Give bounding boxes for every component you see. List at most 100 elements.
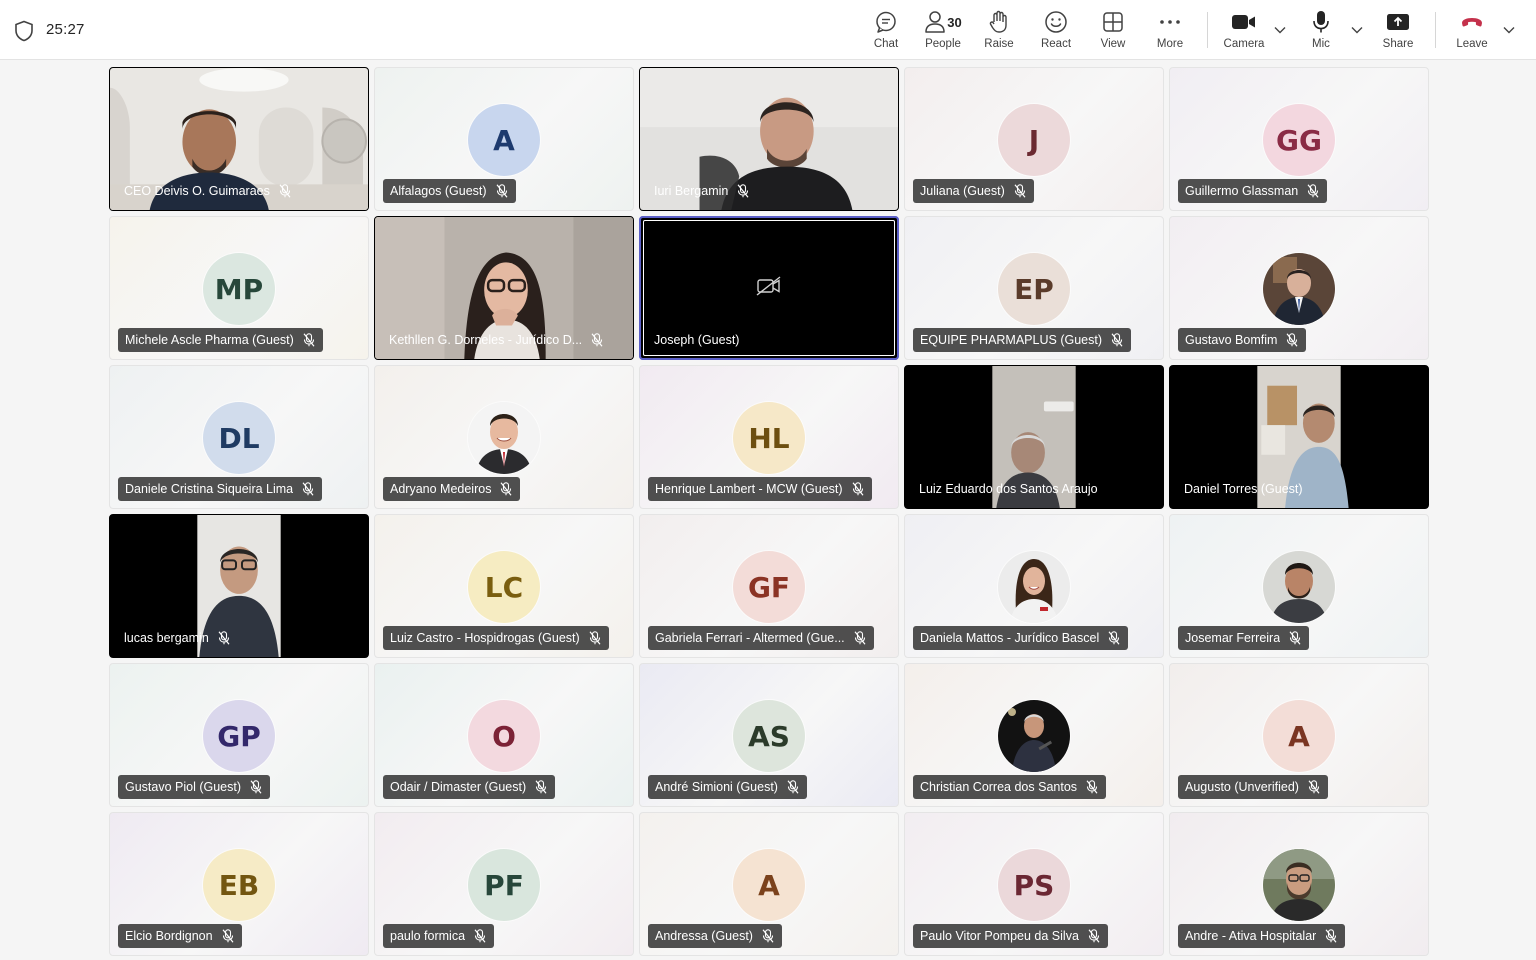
participant-tile-iuri-bergamin[interactable]: Iuri Bergamin <box>639 67 899 211</box>
toolbar-divider <box>1435 12 1436 48</box>
camera-icon <box>1231 8 1257 36</box>
react-label: React <box>1040 38 1072 50</box>
people-button[interactable]: 30 People <box>914 8 972 54</box>
participant-tile-adryano-medeiros[interactable]: Adryano Medeiros <box>374 365 634 509</box>
participant-tile-andressa-guest[interactable]: A Andressa (Guest) <box>639 812 899 956</box>
participant-nameplate: Gustavo Piol (Guest) <box>118 775 271 799</box>
meeting-timer: 25:27 <box>46 21 85 38</box>
avatar-initials: PS <box>998 849 1070 921</box>
participant-tile-guillermo-glassman[interactable]: GG Guillermo Glassman <box>1169 67 1429 211</box>
participant-tile-paulo-vitor-pompeu-da-silva[interactable]: PS Paulo Vitor Pompeu da Silva <box>904 812 1164 956</box>
participant-tile-andre-ativa-hospitalar[interactable]: Andre - Ativa Hospitalar <box>1169 812 1429 956</box>
camera-options-chevron-icon[interactable] <box>1272 22 1288 38</box>
participant-tile-gustavo-bomfim[interactable]: Gustavo Bomfim <box>1169 216 1429 360</box>
more-button[interactable]: More <box>1142 8 1198 54</box>
participant-name: Iuri Bergamin <box>654 184 729 198</box>
participant-nameplate: Josemar Ferreira <box>1178 626 1310 650</box>
mic-muted-icon <box>1308 780 1320 794</box>
participant-name: Gabriela Ferrari - Altermed (Gue... <box>655 631 845 645</box>
raise-hand-button[interactable]: Raise <box>971 8 1027 54</box>
participant-nameplate: Iuri Bergamin <box>648 179 757 203</box>
share-button[interactable]: Share <box>1370 8 1426 54</box>
avatar-initials: HL <box>733 402 805 474</box>
participant-tile-kethllen-g-dorneles-juridico-d[interactable]: Kethllen G. Dorneles - Jurídico D... <box>374 216 634 360</box>
participant-tile-luiz-castro-hospidrogas-guest[interactable]: LC Luiz Castro - Hospidrogas (Guest) <box>374 514 634 658</box>
participant-name: Andre - Ativa Hospitalar <box>1185 929 1317 943</box>
mic-muted-icon <box>500 482 512 496</box>
participant-nameplate: Elcio Bordignon <box>118 924 242 948</box>
avatar-initials: DL <box>203 402 275 474</box>
participant-tile-gustavo-piol-guest[interactable]: GP Gustavo Piol (Guest) <box>109 663 369 807</box>
avatar-initials: AS <box>733 700 805 772</box>
participant-tile-augusto-unverified[interactable]: A Augusto (Unverified) <box>1169 663 1429 807</box>
participant-tile-lucas-bergamin[interactable]: lucas bergamin <box>109 514 369 658</box>
mic-muted-icon <box>1286 333 1298 347</box>
participant-tile-odair-dimaster-guest[interactable]: O Odair / Dimaster (Guest) <box>374 663 634 807</box>
participant-name: Daniel Torres (Guest) <box>1184 482 1303 496</box>
participant-tile-michele-ascle-pharma-guest[interactable]: MP Michele Ascle Pharma (Guest) <box>109 216 369 360</box>
mic-muted-icon <box>1014 184 1026 198</box>
participant-tile-joseph-guest[interactable]: Joseph (Guest) <box>639 216 899 360</box>
hang-up-icon <box>1460 8 1484 36</box>
participant-name: Gustavo Piol (Guest) <box>125 780 242 794</box>
toolbar-divider <box>1207 12 1208 48</box>
participant-tile-luiz-eduardo-dos-santos-araujo[interactable]: Luiz Eduardo dos Santos Araujo <box>904 365 1164 509</box>
leave-options-chevron-icon[interactable] <box>1501 22 1517 38</box>
avatar-photo <box>1263 849 1335 921</box>
more-label: More <box>1156 38 1184 50</box>
avatar-initials: MP <box>203 253 275 325</box>
leave-label: Leave <box>1456 38 1488 50</box>
participant-name: Paulo Vitor Pompeu da Silva <box>920 929 1079 943</box>
camera-button[interactable]: Camera <box>1216 8 1272 54</box>
participant-tile-josemar-ferreira[interactable]: Josemar Ferreira <box>1169 514 1429 658</box>
participant-tile-juliana-guest[interactable]: J Juliana (Guest) <box>904 67 1164 211</box>
participant-tile-daniele-cristina-siqueira-lima[interactable]: DL Daniele Cristina Siqueira Lima <box>109 365 369 509</box>
leave-button[interactable]: Leave <box>1444 8 1500 54</box>
view-button[interactable]: View <box>1085 8 1141 54</box>
people-icon: 30 <box>924 8 962 36</box>
participant-nameplate: CEO Deivis O. Guimaraes <box>118 179 299 203</box>
participant-tile-alfalagos-guest[interactable]: A Alfalagos (Guest) <box>374 67 634 211</box>
avatar-initials: GP <box>203 700 275 772</box>
participant-tile-daniel-torres-guest[interactable]: Daniel Torres (Guest) <box>1169 365 1429 509</box>
view-label: View <box>1100 38 1126 50</box>
people-count: 30 <box>947 14 962 30</box>
participant-nameplate: Juliana (Guest) <box>913 179 1034 203</box>
avatar-photo <box>998 551 1070 623</box>
participant-nameplate: Henrique Lambert - MCW (Guest) <box>648 477 872 501</box>
participant-name: Kethllen G. Dorneles - Jurídico D... <box>389 333 583 347</box>
participant-tile-paulo-formica[interactable]: PF paulo formica <box>374 812 634 956</box>
mic-muted-icon <box>496 184 508 198</box>
participant-tile-elcio-bordignon[interactable]: EB Elcio Bordignon <box>109 812 369 956</box>
participant-nameplate: André Simioni (Guest) <box>648 775 807 799</box>
participant-nameplate: paulo formica <box>383 924 495 948</box>
avatar-initials: EP <box>998 253 1070 325</box>
avatar-photo <box>998 700 1070 772</box>
chat-button[interactable]: Chat <box>858 8 914 54</box>
mic-muted-icon <box>303 333 315 347</box>
participant-nameplate: Guillermo Glassman <box>1178 179 1328 203</box>
mic-options-chevron-icon[interactable] <box>1349 22 1365 38</box>
participant-tile-ceo-deivis-o-guimaraes[interactable]: CEO Deivis O. Guimaraes <box>109 67 369 211</box>
participant-nameplate: lucas bergamin <box>118 626 238 650</box>
react-button[interactable]: React <box>1028 8 1084 54</box>
mic-muted-icon <box>854 631 866 645</box>
share-label: Share <box>1382 38 1414 50</box>
participant-tile-christian-correa-dos-santos[interactable]: Christian Correa dos Santos <box>904 663 1164 807</box>
mic-label: Mic <box>1312 38 1330 50</box>
avatar-initials: PF <box>468 849 540 921</box>
participant-name: EQUIPE PHARMAPLUS (Guest) <box>920 333 1102 347</box>
participant-nameplate: Christian Correa dos Santos <box>913 775 1107 799</box>
participant-tile-henrique-lambert-mcw-guest[interactable]: HL Henrique Lambert - MCW (Guest) <box>639 365 899 509</box>
participant-tile-gabriela-ferrari-altermed-gue[interactable]: GF Gabriela Ferrari - Altermed (Gue... <box>639 514 899 658</box>
mic-muted-icon <box>591 333 603 347</box>
mic-muted-icon <box>1086 780 1098 794</box>
avatar-initials: A <box>733 849 805 921</box>
participant-nameplate: Daniela Mattos - Jurídico Bascel <box>913 626 1129 650</box>
participant-tile-daniela-mattos-juridico-bascel[interactable]: Daniela Mattos - Jurídico Bascel <box>904 514 1164 658</box>
mic-button[interactable]: Mic <box>1293 8 1349 54</box>
shield-icon[interactable] <box>14 20 34 42</box>
participant-tile-andre-simioni-guest[interactable]: AS André Simioni (Guest) <box>639 663 899 807</box>
participant-tile-equipe-pharmaplus-guest[interactable]: EP EQUIPE PHARMAPLUS (Guest) <box>904 216 1164 360</box>
participant-name: Luiz Eduardo dos Santos Araujo <box>919 482 1098 496</box>
